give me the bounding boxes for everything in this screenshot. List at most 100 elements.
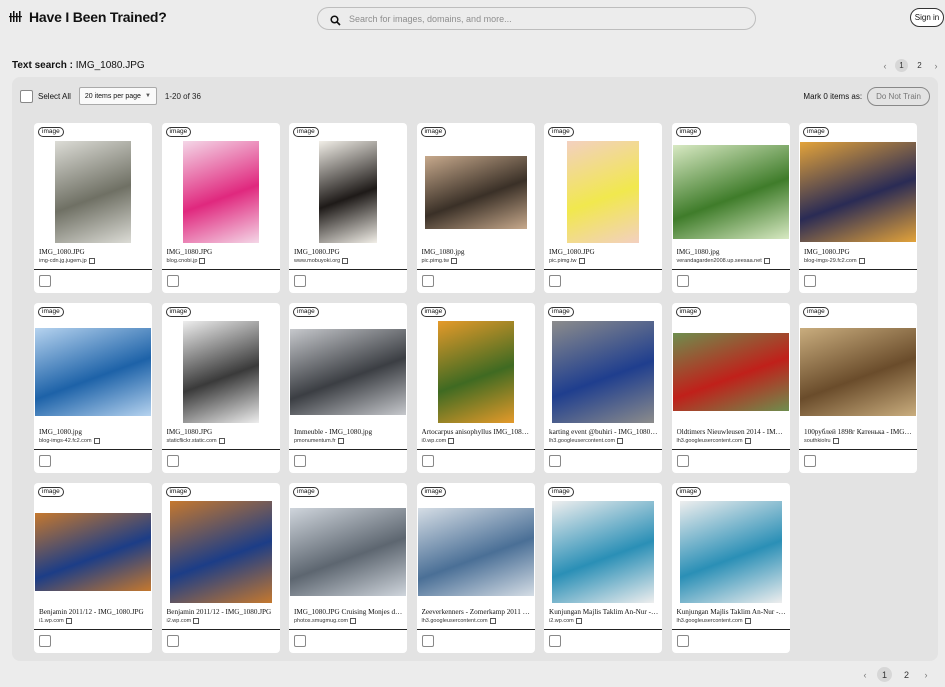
thumbnail-frame[interactable] [672, 140, 790, 244]
external-link-icon[interactable] [65, 618, 72, 624]
external-link-icon[interactable] [93, 438, 100, 444]
result-domain-link[interactable]: staticflickr.static.com [167, 438, 277, 444]
result-domain-link[interactable]: i2.wp.com [549, 618, 659, 624]
result-domain-link[interactable]: pmonumentum.fr [294, 438, 404, 444]
select-result-checkbox[interactable] [39, 635, 51, 647]
thumbnail-frame[interactable] [417, 320, 535, 424]
thumbnail-frame[interactable] [544, 320, 662, 424]
select-result-checkbox[interactable] [166, 275, 179, 287]
page-2-button[interactable]: 2 [913, 59, 926, 72]
result-card[interactable]: image Immeuble - IMG_1080.jpg pmonumentum.… [289, 303, 407, 473]
result-card[interactable]: image IMG_1080.jpg pic.pimg.tw [416, 123, 535, 293]
result-domain-link[interactable]: i2.wp.com [167, 618, 277, 624]
result-card[interactable]: image karting event @buhiri - IMG_1080.jp… [544, 303, 662, 473]
select-result-checkbox[interactable] [549, 275, 561, 287]
external-link-icon[interactable] [744, 438, 751, 444]
result-card[interactable]: image Kunjungan Majlis Taklim An-Nur - IM… [671, 483, 790, 653]
select-result-checkbox[interactable] [549, 635, 561, 647]
external-link-icon[interactable] [88, 258, 95, 264]
external-link-icon[interactable] [350, 618, 357, 624]
result-card[interactable]: image IMG_1080.JPG www.mobuyoki.org [289, 123, 407, 293]
result-domain-link[interactable]: lh3.googleusercontent.com [677, 618, 787, 624]
result-card[interactable]: image Benjamin 2011/12 - IMG_1080.JPG i2.w… [161, 483, 280, 653]
external-link-icon[interactable] [617, 438, 624, 444]
result-domain-link[interactable]: blog-imgs-42.fc2.com [39, 438, 149, 444]
external-link-icon[interactable] [858, 258, 865, 264]
select-result-checkbox[interactable] [421, 455, 434, 467]
sign-in-button[interactable]: Sign in [910, 8, 944, 27]
external-link-icon[interactable] [342, 258, 349, 264]
thumbnail-frame[interactable] [799, 140, 917, 244]
thumbnail-frame[interactable] [162, 500, 280, 604]
next-page-icon[interactable]: › [931, 61, 941, 71]
select-result-checkbox[interactable] [676, 635, 689, 647]
external-link-icon[interactable] [451, 258, 458, 264]
result-domain-link[interactable]: pic.pimg.tw [549, 258, 659, 264]
page-1-button[interactable]: 1 [877, 667, 892, 682]
external-link-icon[interactable] [489, 618, 496, 624]
select-result-checkbox[interactable] [39, 455, 51, 467]
select-result-checkbox[interactable] [294, 635, 306, 647]
external-link-icon[interactable] [744, 618, 751, 624]
result-card[interactable]: image 100рублей 1898г Катенька - IMG_1080… [799, 303, 917, 473]
result-card[interactable]: image IMG_1080.jpg blog-imgs-42.fc2.com [34, 303, 152, 473]
result-card[interactable]: image Zeeverkenners - Zomerkamp 2011 - IM… [416, 483, 535, 653]
result-card[interactable]: image Kunjungan Majlis Taklim An-Nur - IM… [544, 483, 662, 653]
result-card[interactable]: image Benjamin 2011/12 - IMG_1080.JPG i1.w… [34, 483, 152, 653]
select-result-checkbox[interactable] [39, 275, 51, 287]
external-link-icon[interactable] [578, 258, 585, 264]
prev-page-icon[interactable]: ‹ [880, 61, 890, 71]
app-logo[interactable]: Have I Been Trained? [9, 9, 167, 25]
result-domain-link[interactable]: lh3.googleusercontent.com [677, 438, 787, 444]
external-link-icon[interactable] [218, 438, 225, 444]
result-card[interactable]: image IMG_1080.JPG blog.cnobi.jp [161, 123, 280, 293]
select-result-checkbox[interactable] [421, 635, 434, 647]
select-result-checkbox[interactable] [549, 455, 561, 467]
result-domain-link[interactable]: lh3.googleusercontent.com [422, 618, 532, 624]
result-card[interactable]: image Oldtimers Nieuwleusen 2014 - IMG_10… [671, 303, 790, 473]
thumbnail-frame[interactable] [289, 320, 407, 424]
thumbnail-frame[interactable] [672, 500, 790, 604]
select-result-checkbox[interactable] [421, 275, 434, 287]
result-card[interactable]: image Artocarpus anisophyllus IMG_1080.jp… [416, 303, 535, 473]
result-card[interactable]: image IMG_1080.jpg verandagarden2008.up.se… [671, 123, 790, 293]
select-result-checkbox[interactable] [294, 455, 306, 467]
result-domain-link[interactable]: blog-imgs-29.fc2.com [804, 258, 914, 264]
page-2-button[interactable]: 2 [899, 667, 914, 682]
do-not-train-button[interactable]: Do Not Train [867, 86, 930, 106]
external-link-icon[interactable] [575, 618, 582, 624]
thumbnail-frame[interactable] [162, 320, 280, 424]
select-result-checkbox[interactable] [804, 275, 816, 287]
result-domain-link[interactable]: www.mobuyoki.org [294, 258, 404, 264]
thumbnail-frame[interactable] [544, 140, 662, 244]
external-link-icon[interactable] [199, 258, 206, 264]
thumbnail-frame[interactable] [162, 140, 280, 244]
select-result-checkbox[interactable] [294, 275, 306, 287]
result-card[interactable]: image IMG_1080.JPG pic.pimg.tw [544, 123, 662, 293]
result-domain-link[interactable]: pic.pimg.tw [422, 258, 532, 264]
result-domain-link[interactable]: photos.smugmug.com [294, 618, 404, 624]
prev-page-icon[interactable]: ‹ [860, 670, 870, 680]
search-input[interactable] [349, 13, 755, 24]
thumbnail-frame[interactable] [417, 140, 535, 244]
thumbnail-frame[interactable] [417, 500, 535, 604]
select-all[interactable]: Select All [20, 89, 71, 103]
select-result-checkbox[interactable] [676, 275, 689, 287]
thumbnail-frame[interactable] [544, 500, 662, 604]
result-domain-link[interactable]: blog.cnobi.jp [167, 258, 277, 264]
result-domain-link[interactable]: img-cdn.jg.jugem.jp [39, 258, 149, 264]
result-domain-link[interactable]: i0.wp.com [422, 438, 532, 444]
select-result-checkbox[interactable] [804, 455, 816, 467]
external-link-icon[interactable] [193, 618, 200, 624]
result-card[interactable]: image IMG_1080.JPG img-cdn.jg.jugem.jp [34, 123, 152, 293]
select-result-checkbox[interactable] [166, 635, 179, 647]
next-page-icon[interactable]: › [921, 670, 931, 680]
thumbnail-frame[interactable] [672, 320, 790, 424]
thumbnail-frame[interactable] [289, 500, 407, 604]
thumbnail-frame[interactable] [799, 320, 917, 424]
result-card[interactable]: image IMG_1080.JPG blog-imgs-29.fc2.com [799, 123, 917, 293]
result-domain-link[interactable]: lh3.googleusercontent.com [549, 438, 659, 444]
thumbnail-frame[interactable] [34, 140, 152, 244]
search-bar[interactable] [317, 7, 756, 30]
result-domain-link[interactable]: southkiolru [804, 438, 914, 444]
